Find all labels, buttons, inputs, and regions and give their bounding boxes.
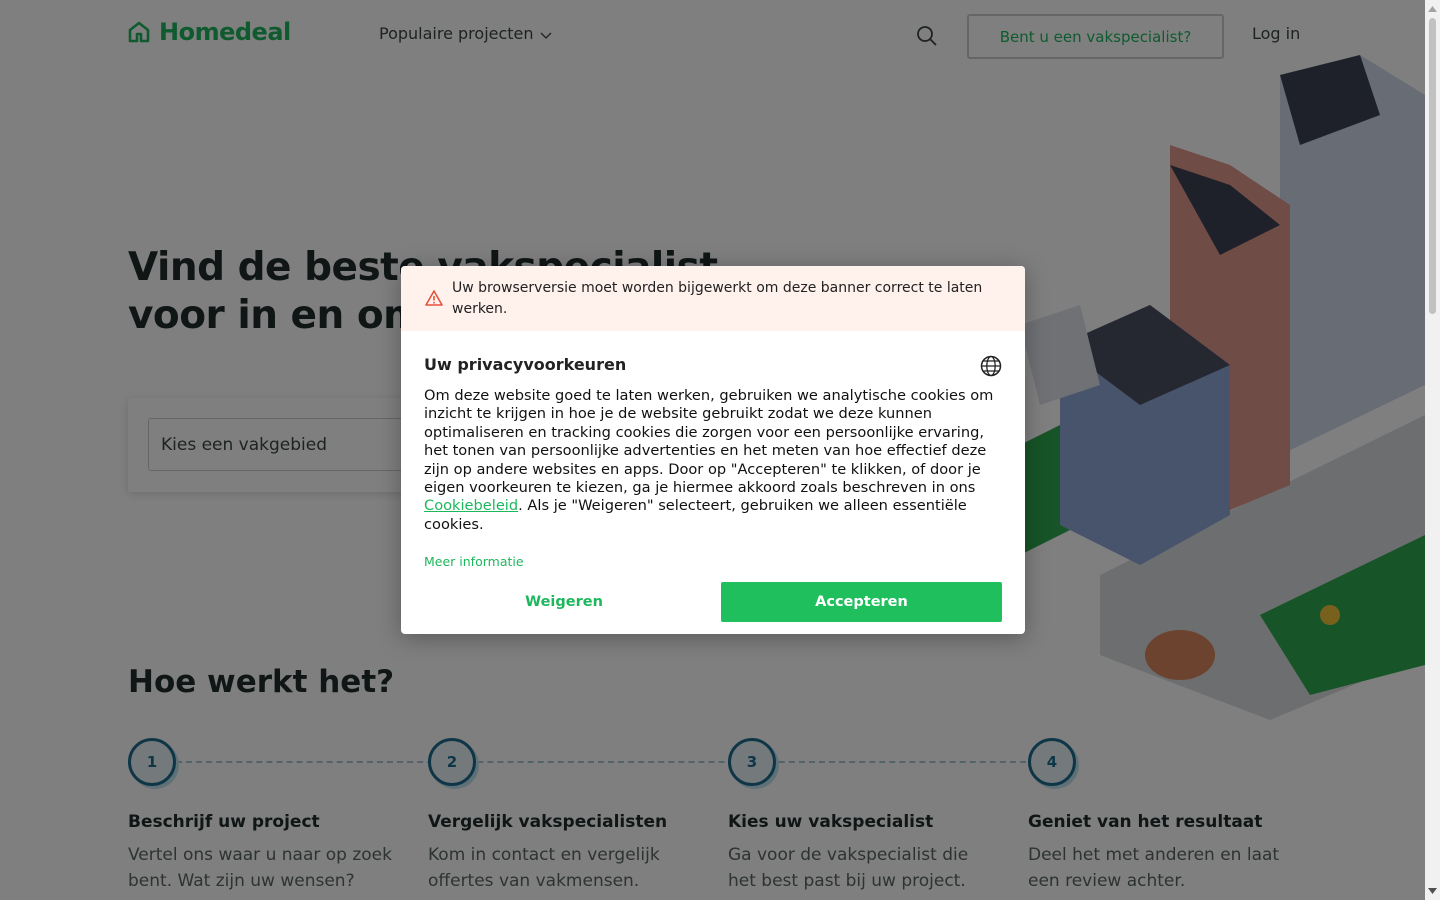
cookie-consent-dialog: Uw browserversie moet worden bijgewerkt … xyxy=(401,266,1025,634)
scrollbar-thumb[interactable] xyxy=(1429,18,1436,314)
scroll-down-arrow-icon[interactable] xyxy=(1425,884,1440,898)
page-scrollbar[interactable] xyxy=(1425,0,1440,900)
privacy-body-text: Om deze website goed te laten werken, ge… xyxy=(424,387,1004,534)
scroll-up-arrow-icon[interactable] xyxy=(1425,2,1440,16)
privacy-title: Uw privacyvoorkeuren xyxy=(424,355,627,374)
accept-button[interactable]: Accepteren xyxy=(721,582,1002,622)
warning-triangle-icon xyxy=(425,290,443,306)
refuse-button[interactable]: Weigeren xyxy=(424,582,704,622)
globe-language-icon[interactable] xyxy=(980,355,1002,377)
browser-warning-text: Uw browserversie moet worden bijgewerkt … xyxy=(452,280,983,317)
browser-warning-bar: Uw browserversie moet worden bijgewerkt … xyxy=(401,266,1025,331)
cookie-policy-link[interactable]: Cookiebeleid xyxy=(424,497,518,514)
privacy-body-part-1: Om deze website goed te laten werken, ge… xyxy=(424,387,994,497)
more-info-link[interactable]: Meer informatie xyxy=(424,554,524,569)
